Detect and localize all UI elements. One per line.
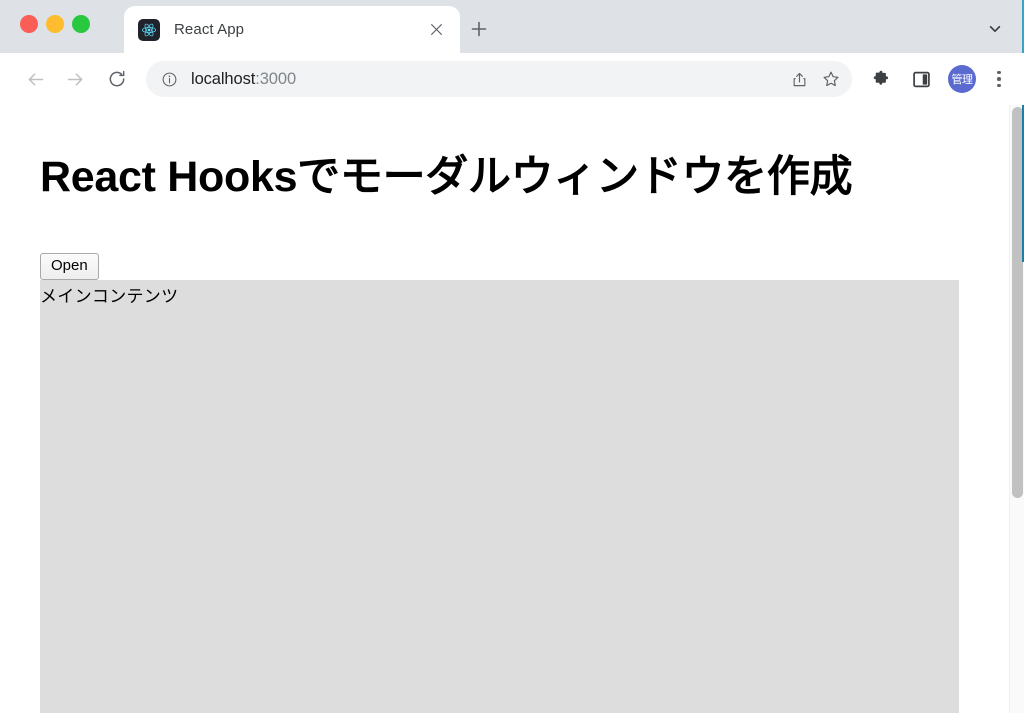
browser-tab-react-app[interactable]: React App: [124, 6, 460, 53]
extensions-button[interactable]: [864, 62, 898, 96]
page-title: React Hooksでモーダルウィンドウを作成: [40, 153, 853, 201]
close-tab-button[interactable]: [424, 18, 448, 42]
reload-button[interactable]: [100, 62, 134, 96]
page-body: React Hooksでモーダルウィンドウを作成 Open メインコンテンツ: [0, 105, 1009, 713]
minimize-window-button[interactable]: [46, 15, 64, 33]
new-tab-button[interactable]: [465, 15, 493, 43]
main-content-area: メインコンテンツ: [40, 280, 959, 713]
url-host: localhost: [191, 69, 256, 88]
url-port: :3000: [255, 69, 297, 88]
tab-title: React App: [174, 21, 245, 38]
back-arrow-icon: [28, 72, 43, 86]
open-modal-button[interactable]: Open: [40, 253, 99, 281]
profile-avatar[interactable]: 管理: [948, 65, 976, 93]
menu-dot: [997, 77, 1001, 81]
three-dots-menu-icon[interactable]: [984, 62, 1014, 96]
browser-window: React App localhost:3000 管理 React Hooksで…: [0, 0, 1024, 713]
tab-search-button[interactable]: [980, 14, 1010, 44]
forward-arrow-icon: [67, 72, 82, 86]
tab-strip: React App: [0, 0, 1024, 53]
forward-button[interactable]: [58, 62, 92, 96]
menu-dot: [997, 83, 1001, 88]
back-button[interactable]: [18, 62, 52, 96]
share-button[interactable]: [784, 64, 814, 94]
chevron-down-icon: [989, 25, 1001, 33]
info-circle-icon[interactable]: [160, 70, 178, 88]
page-viewport: React Hooksでモーダルウィンドウを作成 Open メインコンテンツ: [0, 105, 1024, 713]
bookmark-button[interactable]: [816, 64, 846, 94]
side-panel-button[interactable]: [904, 62, 938, 96]
share-icon: [793, 72, 805, 86]
maximize-window-button[interactable]: [72, 15, 90, 33]
react-logo-icon: [138, 18, 160, 41]
browser-toolbar: localhost:3000 管理: [0, 53, 1024, 105]
puzzle-piece-icon: [873, 70, 889, 85]
window-controls: [20, 15, 90, 33]
close-window-button[interactable]: [20, 15, 38, 33]
web-page: React Hooksでモーダルウィンドウを作成 Open メインコンテンツ: [0, 105, 1009, 713]
address-bar[interactable]: localhost:3000: [146, 61, 852, 97]
star-icon: [823, 71, 839, 87]
menu-dot: [997, 70, 1001, 75]
url-text: localhost:3000: [191, 70, 782, 89]
reload-icon: [109, 70, 125, 87]
side-panel-icon: [912, 71, 930, 87]
